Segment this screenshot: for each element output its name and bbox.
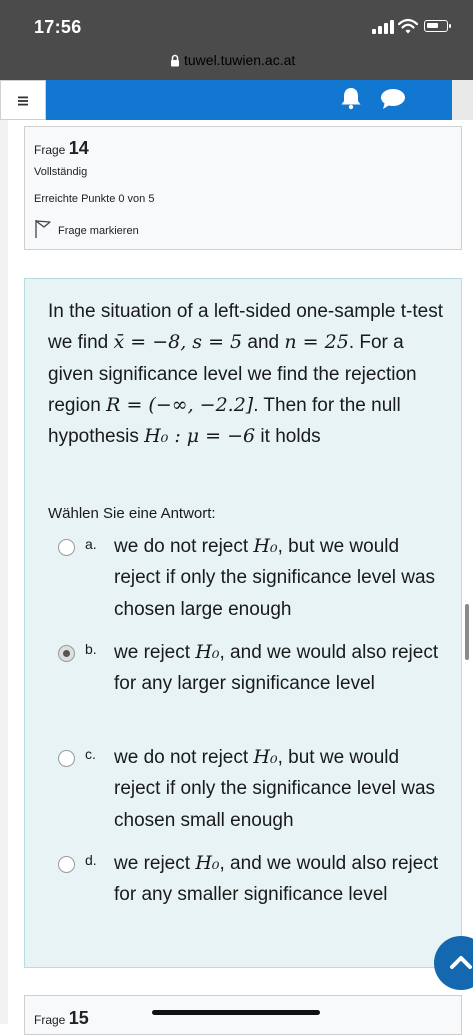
- option-d-pre: we reject: [114, 853, 196, 874]
- radio-d[interactable]: [58, 856, 75, 873]
- flag-icon[interactable]: [34, 219, 52, 239]
- next-question-label: Frage: [34, 1013, 66, 1027]
- chevron-up-icon: [450, 956, 472, 969]
- lock-icon: [171, 54, 179, 67]
- option-c-math: H₀: [253, 746, 278, 768]
- option-letter-d: d.: [85, 852, 97, 868]
- answer-prompt: Wählen Sie eine Antwort:: [48, 505, 216, 522]
- next-question-number: Frage 15: [34, 1008, 89, 1029]
- question-math-1: x̄ = −8, s = 5: [113, 331, 243, 354]
- option-text-d[interactable]: we reject H₀, and we would also reject f…: [114, 848, 449, 911]
- option-text-c[interactable]: we do not reject H₀, but we would reject…: [114, 742, 449, 836]
- option-letter-b: b.: [85, 641, 97, 657]
- option-a-math: H₀: [253, 535, 278, 557]
- option-b-pre: we reject: [114, 642, 196, 663]
- clock: 17:56: [34, 17, 82, 37]
- next-question-number-value: 15: [68, 1008, 89, 1028]
- question-number-value: 14: [68, 138, 89, 158]
- flag-question-link[interactable]: Frage markieren: [58, 225, 139, 237]
- radio-a[interactable]: [58, 539, 75, 556]
- avatar[interactable]: [452, 80, 473, 120]
- radio-b[interactable]: [58, 645, 75, 662]
- status-bar: 17:56: [0, 0, 473, 46]
- wifi-icon: [398, 18, 418, 34]
- question-label: Frage: [34, 143, 66, 157]
- url-text[interactable]: tuwel.tuwien.ac.at: [184, 52, 295, 68]
- question-text: In the situation of a left-sided one-sam…: [48, 296, 448, 452]
- chat-bubble-icon[interactable]: [380, 88, 406, 110]
- question-math-3: R = (−∞, −2.2]: [106, 393, 254, 416]
- option-d-math: H₀: [195, 852, 220, 874]
- question-number: Frage 14: [34, 138, 89, 159]
- question-math-2: n = 25: [284, 331, 349, 354]
- option-a-pre: we do not reject: [114, 536, 254, 557]
- scrollbar[interactable]: [465, 604, 469, 660]
- question-points: Erreichte Punkte 0 von 5: [34, 193, 155, 205]
- option-text-a[interactable]: we do not reject H₀, but we would reject…: [114, 531, 449, 625]
- radio-c[interactable]: [58, 750, 75, 767]
- option-b-math: H₀: [195, 641, 220, 663]
- question-text-5: it holds: [255, 426, 321, 448]
- bell-icon[interactable]: [340, 86, 362, 110]
- cellular-signal-icon: [372, 20, 394, 34]
- question-text-2: and: [242, 332, 285, 354]
- menu-button[interactable]: [0, 80, 46, 120]
- option-text-b[interactable]: we reject H₀, and we would also reject f…: [114, 637, 449, 700]
- option-c-pre: we do not reject: [114, 747, 254, 768]
- battery-icon: [424, 20, 451, 32]
- next-question-panel: [24, 995, 462, 1035]
- drawer-edge: [0, 120, 8, 1024]
- back-to-top-button[interactable]: [434, 936, 473, 990]
- option-letter-a: a.: [85, 536, 97, 552]
- question-math-4: H₀ : μ = −6: [144, 425, 256, 448]
- home-indicator: [152, 1010, 320, 1015]
- hamburger-icon: [18, 96, 28, 106]
- option-letter-c: c.: [85, 746, 96, 762]
- question-status: Vollständig: [34, 166, 88, 178]
